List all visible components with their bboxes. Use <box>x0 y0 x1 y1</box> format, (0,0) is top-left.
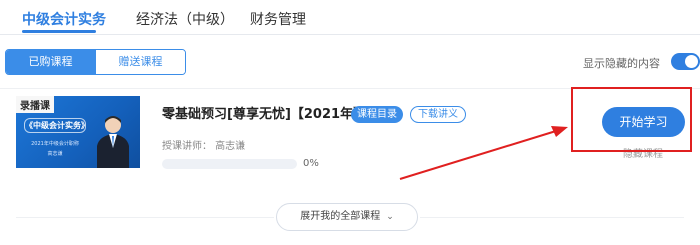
toggle-knob <box>685 55 698 68</box>
thumbnail-subtitle: 2021年中级会计职称 <box>31 141 79 147</box>
tabs-divider <box>0 34 700 35</box>
tab-economic-law[interactable]: 经济法（中级） <box>136 9 234 29</box>
thumbnail-title: 《中级会计实务》 <box>24 118 89 133</box>
tab-financial-management[interactable]: 财务管理 <box>250 9 306 29</box>
left-divider <box>16 217 274 218</box>
teacher-photo-icon <box>97 116 129 168</box>
expand-all-courses-button[interactable]: 展开我的全部课程 ⌄ <box>276 203 418 231</box>
tab-intermediate-accounting[interactable]: 中级会计实务 <box>22 9 106 29</box>
hide-course-link[interactable]: 隐藏课程 <box>623 145 663 160</box>
show-hidden-toggle[interactable] <box>671 53 700 70</box>
course-thumbnail[interactable]: 录播课 《中级会计实务》 2021年中级会计职称 高志谦 <box>16 96 140 168</box>
chevron-down-icon: ⌄ <box>386 212 394 222</box>
expand-all-courses-label: 展开我的全部课程 <box>300 211 381 222</box>
right-divider <box>420 217 684 218</box>
course-subject-tabs: 中级会计实务 经济法（中级） 财务管理 <box>0 0 700 34</box>
gifted-courses-button[interactable]: 赠送课程 <box>95 50 185 74</box>
course-title: 零基础预习[尊享无忧]【2021年】 <box>162 107 367 122</box>
show-hidden-label: 显示隐藏的内容 <box>583 57 660 70</box>
thumbnail-teacher-name: 高志谦 <box>47 151 63 157</box>
download-handout-button[interactable]: 下载讲义 <box>410 106 466 123</box>
recorded-course-tag: 录播课 <box>16 96 54 113</box>
course-catalog-button[interactable]: 课程目录 <box>351 106 403 123</box>
progress-percent: 0% <box>303 158 319 169</box>
card-divider <box>0 88 700 89</box>
course-type-segmented-control: 已购课程 赠送课程 <box>5 49 186 75</box>
progress-bar <box>162 159 297 169</box>
active-tab-indicator <box>22 30 96 33</box>
start-learning-button[interactable]: 开始学习 <box>602 107 685 137</box>
purchased-courses-button[interactable]: 已购课程 <box>6 50 95 74</box>
course-teacher: 授课讲师： 高志谦 <box>162 141 246 152</box>
